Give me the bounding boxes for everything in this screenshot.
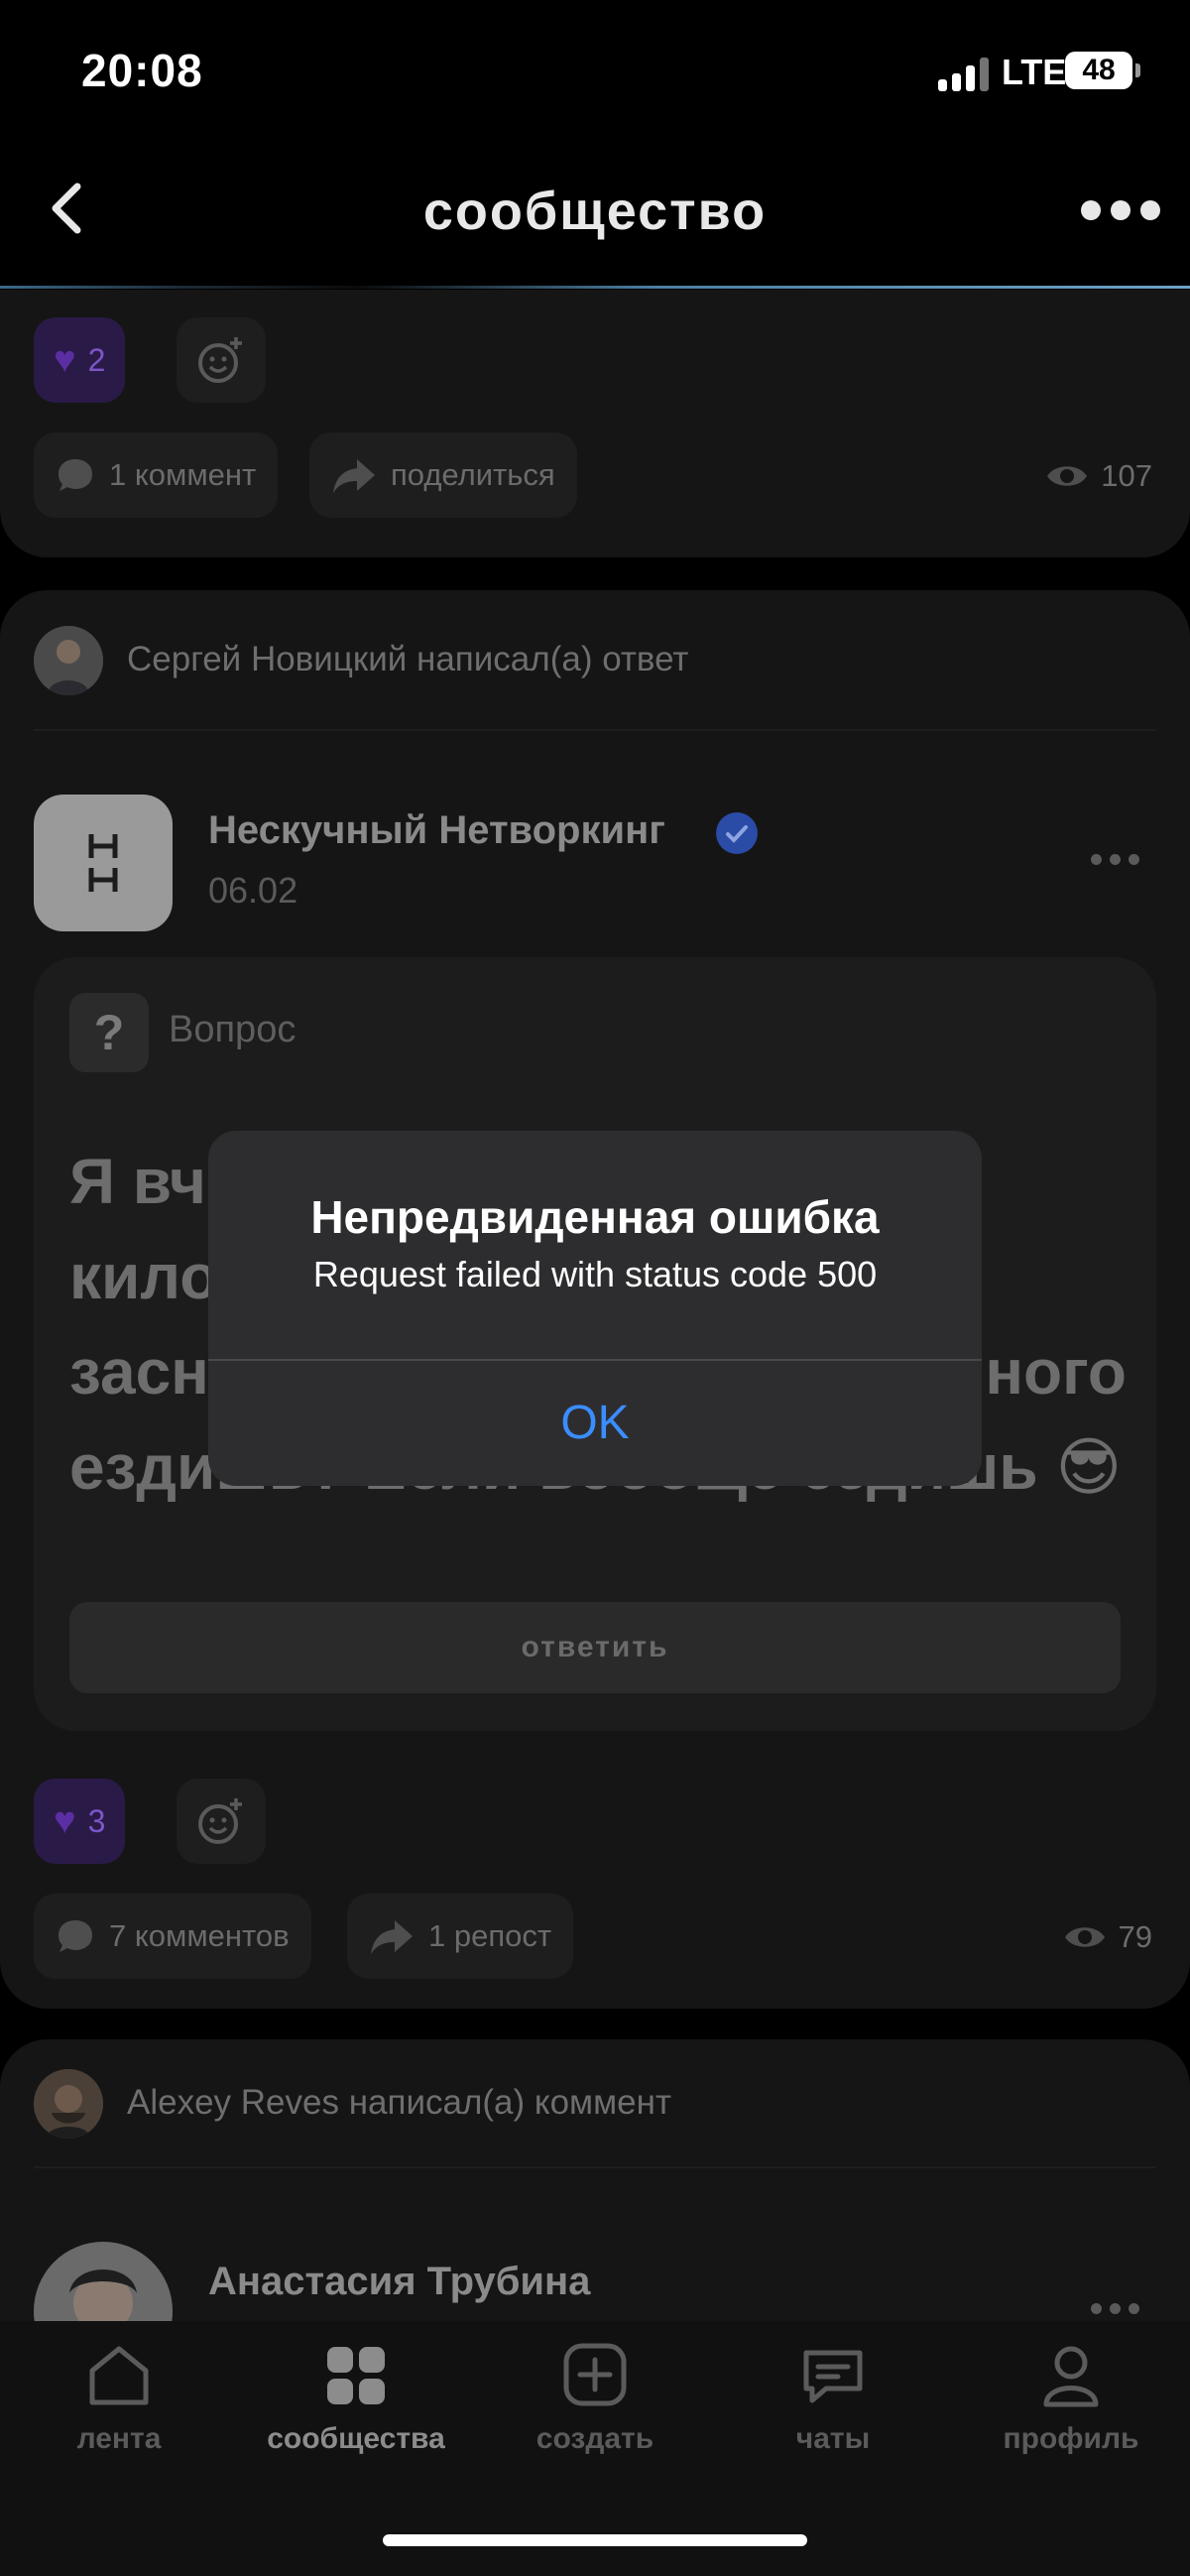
network-type: LTE: [1002, 52, 1067, 92]
comments-label: 1 коммент: [109, 457, 257, 492]
activity-text: Сергей Новицкий написал(а) ответ: [127, 640, 689, 678]
divider: [34, 2166, 1156, 2168]
home-icon: [89, 2346, 149, 2405]
share-label: поделиться: [391, 457, 555, 492]
views-counter: 79: [1063, 1919, 1152, 1955]
tab-communities[interactable]: сообщества: [257, 2343, 455, 2456]
alert-title: Непредвиденная ошибка: [310, 1191, 880, 1243]
community-name[interactable]: Нескучный Нетворкинг: [208, 808, 665, 853]
home-indicator[interactable]: [383, 2534, 807, 2546]
chat-icon: [803, 2350, 863, 2403]
alert-message: Request failed with status code 500: [312, 1254, 878, 1294]
tab-label: профиль: [1003, 2422, 1139, 2455]
person-icon: [1043, 2346, 1099, 2407]
post-menu-icon[interactable]: [1091, 2303, 1140, 2315]
plus-square-icon: [563, 2343, 627, 2406]
author-avatar[interactable]: [34, 2242, 173, 2323]
post-card: ♥ 2 1 коммент поделиться 107: [0, 290, 1190, 557]
views-count: 79: [1118, 1919, 1152, 1954]
grid-icon: [327, 2347, 385, 2404]
reaction-count: 2: [87, 341, 106, 378]
error-alert-dialog: Непредвиденная ошибка Request failed wit…: [208, 1131, 982, 1486]
activity-text: Alexey Reves написал(а) коммент: [127, 2083, 672, 2122]
add-emoji-icon: [198, 337, 242, 383]
tab-label: чаты: [795, 2422, 871, 2455]
status-bar: 20:08 LTE 48: [0, 0, 1190, 129]
tab-label: создать: [536, 2422, 654, 2455]
eye-icon: [1047, 466, 1088, 486]
nav-header: сообщество: [0, 149, 1190, 288]
comment-icon: [59, 459, 92, 491]
verified-badge-icon: [716, 812, 758, 854]
add-reaction-button[interactable]: [177, 317, 266, 403]
battery-icon: 48: [1065, 52, 1140, 89]
author-name[interactable]: Анастасия Трубина: [208, 2260, 590, 2304]
views-counter: 107: [1045, 458, 1152, 494]
comments-button[interactable]: 1 коммент: [34, 432, 279, 518]
avatar[interactable]: [34, 626, 103, 695]
repost-label: 1 репост: [428, 1918, 552, 1953]
header-divider: [0, 286, 1190, 289]
post-date: 06.02: [208, 870, 298, 911]
post-menu-icon[interactable]: [1091, 854, 1140, 866]
question-label: Вопрос: [169, 1009, 297, 1050]
page-title: сообщество: [422, 182, 768, 241]
tab-create[interactable]: создать: [496, 2343, 694, 2456]
more-options-icon[interactable]: [1081, 198, 1160, 222]
question-text-line: ного: [985, 1336, 1127, 1408]
comment-icon: [59, 1920, 92, 1952]
repost-button[interactable]: 1 репост: [347, 1894, 574, 1979]
community-logo[interactable]: [34, 795, 173, 931]
tab-profile[interactable]: профиль: [972, 2343, 1170, 2456]
heart-icon: ♥: [54, 338, 76, 381]
tab-chats[interactable]: чаты: [734, 2343, 932, 2456]
status-time: 20:08: [81, 45, 203, 96]
answer-button[interactable]: ответить: [69, 1602, 1121, 1693]
ok-button[interactable]: OK: [208, 1361, 982, 1486]
reaction-heart-button[interactable]: ♥ 3: [34, 1779, 126, 1864]
avatar[interactable]: [34, 2069, 103, 2139]
share-button[interactable]: поделиться: [309, 432, 577, 518]
views-count: 107: [1101, 458, 1152, 493]
share-arrow-icon: [333, 459, 375, 493]
tab-label: лента: [76, 2422, 162, 2455]
reaction-count: 3: [87, 1802, 106, 1839]
tab-feed[interactable]: лента: [20, 2343, 218, 2456]
share-arrow-icon: [371, 1920, 413, 1954]
divider: [34, 729, 1156, 731]
question-text-line: засн: [69, 1336, 209, 1408]
add-reaction-button[interactable]: [177, 1779, 266, 1864]
question-mark-icon: ?: [69, 993, 149, 1072]
heart-icon: ♥: [54, 1799, 76, 1842]
question-text-line: кило: [69, 1241, 219, 1312]
comments-label: 7 комментов: [109, 1918, 290, 1953]
comments-button[interactable]: 7 комментов: [34, 1894, 311, 1979]
cellular-signal-icon: [938, 52, 994, 91]
reaction-heart-button[interactable]: ♥ 2: [34, 317, 126, 403]
post-card: Alexey Reves написал(а) коммент Анастаси…: [0, 2039, 1190, 2323]
add-emoji-icon: [198, 1798, 242, 1844]
tab-label: сообщества: [267, 2422, 445, 2455]
eye-icon: [1064, 1927, 1105, 1947]
